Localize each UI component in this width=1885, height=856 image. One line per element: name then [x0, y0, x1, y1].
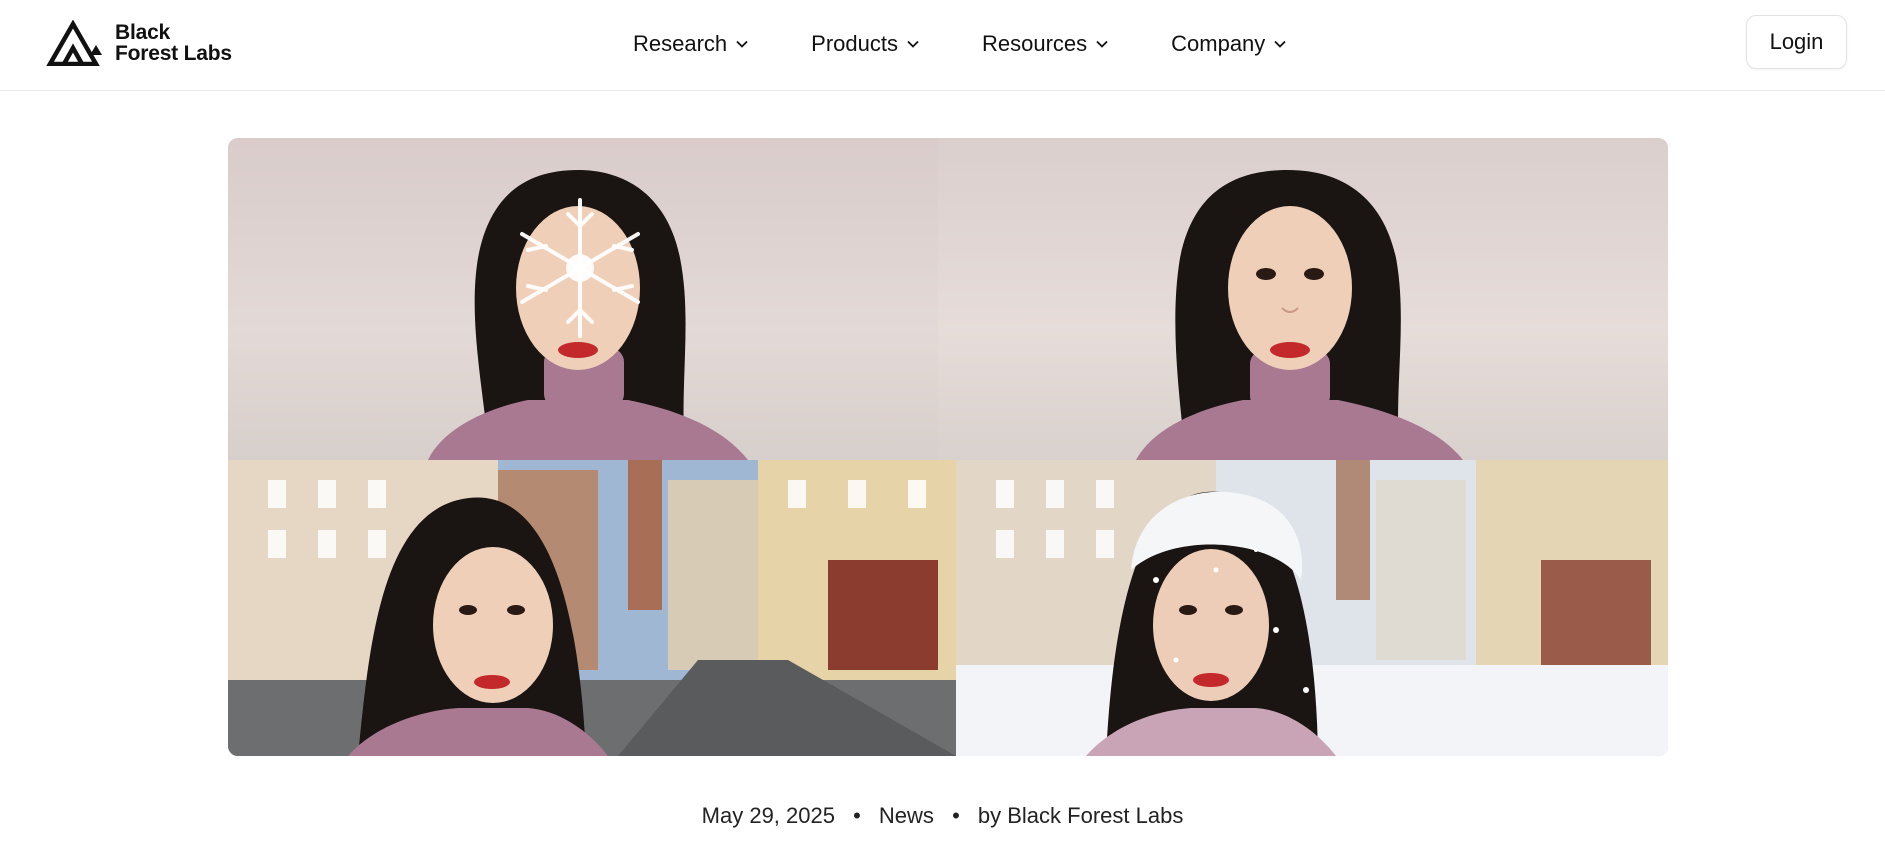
login-button[interactable]: Login	[1746, 15, 1847, 69]
chevron-down-icon	[1096, 40, 1108, 48]
chevron-down-icon	[1274, 40, 1286, 48]
nav-item-label: Company	[1171, 31, 1266, 56]
portrait-snowflake-panel	[228, 138, 938, 460]
post-date: May 29, 2025	[701, 803, 835, 828]
portrait-illustration	[1136, 170, 1463, 460]
nav-item-research[interactable]: Research	[633, 31, 749, 57]
post-author: by Black Forest Labs	[977, 803, 1184, 828]
snowy-street-illustration	[956, 460, 1668, 756]
post-meta: May 29, 2025 • News • by Black Forest La…	[0, 803, 1885, 829]
nav-item-resources[interactable]: Resources	[982, 31, 1109, 57]
meta-separator: •	[853, 803, 861, 828]
selfie-snowy-street-panel	[956, 460, 1668, 756]
street-illustration	[228, 460, 956, 756]
post-category[interactable]: News	[879, 803, 934, 828]
hero-image	[228, 138, 1668, 756]
meta-separator: •	[952, 803, 960, 828]
portrait-plain-panel	[938, 138, 1668, 460]
chevron-down-icon	[736, 40, 748, 48]
brand-name: Black Forest Labs	[115, 22, 232, 64]
brand-logo-link[interactable]: Black Forest Labs	[46, 19, 232, 67]
nav-item-label: Resources	[981, 31, 1088, 56]
brand-name-line2: Forest Labs	[115, 42, 232, 65]
main-nav: Research Products Resources Company	[633, 24, 1287, 64]
site-header: Black Forest Labs Research Products Reso…	[0, 0, 1885, 91]
triangle-mountain-logo-icon	[46, 20, 102, 66]
brand-name-line1: Black	[115, 21, 171, 44]
nav-item-company[interactable]: Company	[1171, 31, 1287, 57]
nav-item-label: Research	[633, 31, 728, 56]
chevron-down-icon	[907, 40, 919, 48]
portrait-illustration	[428, 170, 748, 460]
selfie-street-panel	[228, 460, 956, 756]
nav-item-products[interactable]: Products	[811, 31, 920, 57]
nav-item-label: Products	[811, 31, 898, 56]
